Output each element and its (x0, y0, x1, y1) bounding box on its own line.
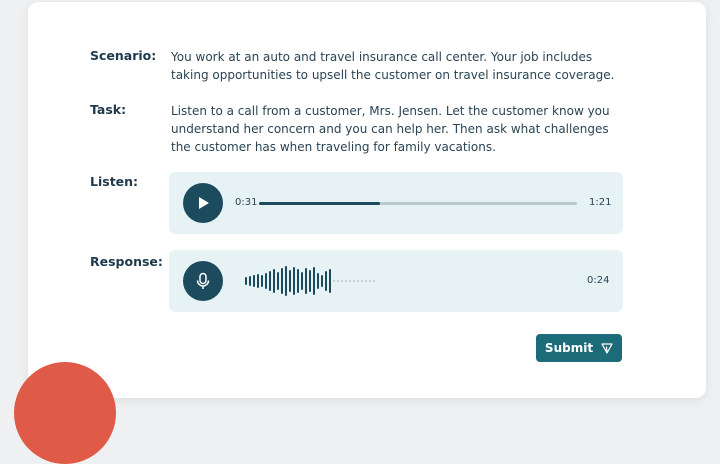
waveform-dot (337, 280, 339, 282)
play-icon (199, 197, 209, 209)
submit-button[interactable]: Submit (536, 334, 622, 362)
waveform-bar (273, 269, 275, 293)
waveform-dot (353, 280, 355, 282)
waveform-bar (309, 270, 311, 292)
waveform-dot (361, 280, 363, 282)
waveform-bar (285, 266, 287, 296)
duration-time: 1:21 (589, 197, 612, 208)
task-text: Listen to a call from a customer, Mrs. J… (171, 104, 610, 154)
microphone-icon (196, 272, 210, 289)
response-recorder: 0:24 (169, 250, 623, 312)
waveform-bar (269, 271, 271, 291)
record-button[interactable] (183, 261, 223, 301)
waveform-bar (305, 268, 307, 294)
audio-waveform (245, 264, 375, 298)
listen-label: Listen: (90, 174, 139, 189)
decorative-corner-shape (14, 362, 116, 464)
recorded-time: 0:24 (587, 275, 610, 286)
audio-player: 0:31 1:21 (169, 172, 623, 234)
waveform-dot (373, 280, 375, 282)
waveform-bar (321, 275, 323, 287)
waveform-dot (349, 280, 351, 282)
waveform-bar (329, 269, 331, 293)
waveform-bar (325, 271, 327, 291)
waveform-bar (301, 272, 303, 290)
submit-label: Submit (544, 341, 594, 355)
waveform-bar (253, 275, 255, 287)
waveform-bar (257, 274, 259, 288)
scenario-text: You work at an auto and travel insurance… (171, 50, 615, 82)
waveform-bar (289, 270, 291, 292)
activity-card: Scenario: You work at an auto and travel… (28, 2, 706, 398)
waveform-bar (317, 273, 319, 289)
waveform-bar (293, 267, 295, 295)
waveform-dot (341, 280, 343, 282)
waveform-dot (357, 280, 359, 282)
waveform-bar (261, 275, 263, 287)
send-icon (601, 343, 613, 354)
progress-track[interactable] (259, 202, 577, 205)
waveform-dot (369, 280, 371, 282)
waveform-dot (333, 280, 335, 282)
response-label: Response: (90, 254, 163, 269)
current-time: 0:31 (235, 197, 258, 208)
waveform-bar (249, 276, 251, 286)
waveform-bar (281, 268, 283, 294)
waveform-dot (345, 280, 347, 282)
waveform-bar (313, 267, 315, 295)
waveform-bar (245, 277, 247, 285)
progress-fill (259, 202, 380, 205)
play-button[interactable] (183, 183, 223, 223)
scenario-label: Scenario: (90, 48, 157, 63)
waveform-bar (277, 272, 279, 290)
waveform-bar (265, 273, 267, 289)
waveform-dot (365, 280, 367, 282)
task-label: Task: (90, 102, 127, 117)
waveform-bar (297, 269, 299, 293)
